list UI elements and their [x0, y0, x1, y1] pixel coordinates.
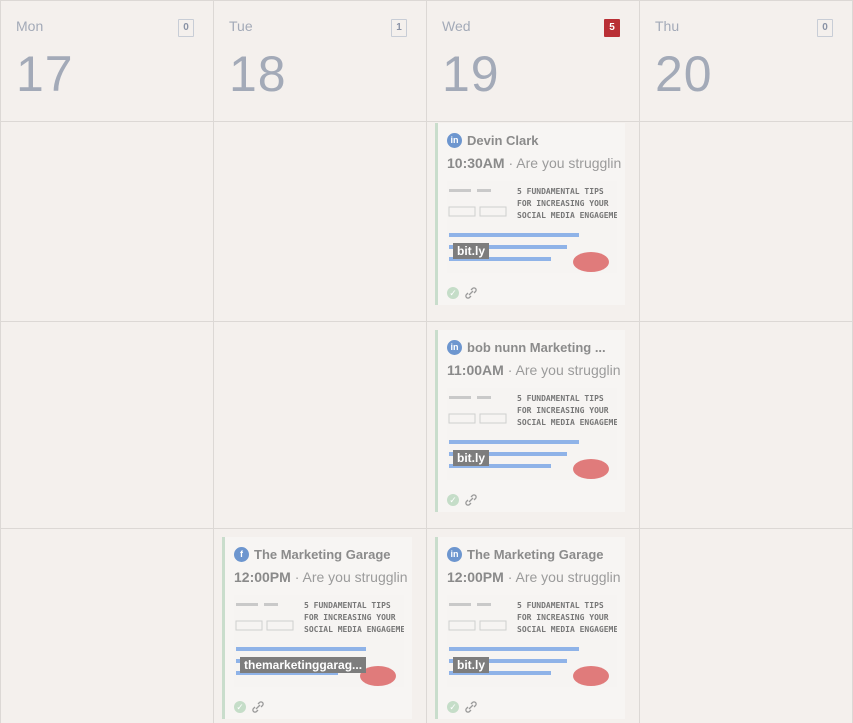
- post-card-footer: ✓: [447, 701, 478, 713]
- approved-check-icon: ✓: [234, 701, 246, 713]
- day-header-thu[interactable]: Thu 20 0: [639, 0, 852, 121]
- post-card-header: in Devin Clark: [447, 131, 619, 149]
- thumbnail-title: FOR INCREASING YOUR: [517, 613, 609, 622]
- post-thumbnail[interactable]: 5 FUNDAMENTAL TIPS FOR INCREASING YOUR S…: [234, 595, 404, 687]
- post-time: 12:00PM: [234, 569, 291, 585]
- grid-divider: [0, 121, 853, 122]
- post-card[interactable]: in Devin Clark 10:30AM · Are you struggl…: [435, 123, 625, 305]
- post-thumbnail[interactable]: 5 FUNDAMENTAL TIPS FOR INCREASING YOUR S…: [447, 595, 617, 687]
- thumbnail-title: SOCIAL MEDIA ENGAGEMENT:: [517, 625, 617, 634]
- linkedin-icon: in: [447, 546, 462, 562]
- day-name: Tue: [229, 18, 253, 34]
- post-card[interactable]: f The Marketing Garage 12:00PM · Are you…: [222, 537, 412, 719]
- post-text: · Are you struggling: [503, 362, 621, 378]
- link-chain-icon[interactable]: [464, 494, 478, 506]
- approved-check-icon: ✓: [447, 287, 459, 299]
- thumbnail-title: SOCIAL MEDIA ENGAGEMENT:: [517, 418, 617, 427]
- account-name: The Marketing Garage: [467, 546, 604, 562]
- thumbnail-graphic: 5 FUNDAMENTAL TIPS FOR INCREASING YOUR S…: [448, 601, 617, 686]
- post-card-header: in The Marketing Garage: [447, 545, 619, 563]
- post-count-badge: 0: [178, 19, 194, 37]
- post-text: · Are you struggling: [504, 155, 621, 171]
- account-name: The Marketing Garage: [254, 546, 391, 562]
- thumbnail-title: 5 FUNDAMENTAL TIPS: [517, 394, 604, 403]
- post-thumbnail[interactable]: 5 FUNDAMENTAL TIPS FOR INCREASING YOUR S…: [447, 388, 617, 480]
- post-summary: 11:00AM · Are you struggling: [447, 362, 621, 378]
- link-preview-domain: themarketinggarag...: [240, 657, 367, 673]
- post-card-header: in bob nunn Marketing ...: [447, 338, 619, 356]
- post-summary: 12:00PM · Are you struggling: [447, 569, 621, 585]
- post-card-header: f The Marketing Garage: [234, 545, 406, 563]
- post-time: 12:00PM: [447, 569, 504, 585]
- day-number: 20: [655, 46, 713, 102]
- link-preview-domain: bit.ly: [453, 450, 490, 466]
- linkedin-icon: in: [447, 339, 462, 355]
- thumbnail-title: SOCIAL MEDIA ENGAGEMENT:: [517, 211, 617, 220]
- day-name: Thu: [655, 18, 680, 34]
- post-text: · Are you struggling: [503, 569, 621, 585]
- post-count-badge: 5: [604, 19, 620, 37]
- thumbnail-title: SOCIAL MEDIA ENGAGEMENT:: [304, 625, 404, 634]
- approved-check-icon: ✓: [447, 701, 459, 713]
- post-count-badge: 0: [817, 19, 833, 37]
- post-card[interactable]: in bob nunn Marketing ... 11:00AM · Are …: [435, 330, 625, 512]
- link-preview-domain: bit.ly: [453, 243, 490, 259]
- day-header-mon[interactable]: Mon 17 0: [0, 0, 213, 121]
- facebook-icon: f: [234, 546, 249, 562]
- account-name: bob nunn Marketing ...: [467, 339, 606, 355]
- post-text: · Are you struggling: [290, 569, 408, 585]
- thumbnail-graphic: 5 FUNDAMENTAL TIPS FOR INCREASING YOUR S…: [448, 187, 617, 272]
- thumbnail-graphic: 5 FUNDAMENTAL TIPS FOR INCREASING YOUR S…: [235, 601, 404, 686]
- post-summary: 12:00PM · Are you struggling: [234, 569, 408, 585]
- thumbnail-title: 5 FUNDAMENTAL TIPS: [517, 601, 604, 610]
- thumbnail-title: FOR INCREASING YOUR: [517, 199, 609, 208]
- post-time: 10:30AM: [447, 155, 505, 171]
- post-count-badge: 1: [391, 19, 407, 37]
- grid-divider: [0, 528, 853, 529]
- post-card-footer: ✓: [234, 701, 265, 713]
- post-card-footer: ✓: [447, 494, 478, 506]
- thumbnail-graphic: 5 FUNDAMENTAL TIPS FOR INCREASING YOUR S…: [448, 394, 617, 479]
- post-time: 11:00AM: [447, 362, 504, 378]
- post-summary: 10:30AM · Are you struggling: [447, 155, 621, 171]
- day-header-wed[interactable]: Wed 19 5: [426, 0, 639, 121]
- link-chain-icon[interactable]: [464, 701, 478, 713]
- day-header-tue[interactable]: Tue 18 1: [213, 0, 426, 121]
- approved-check-icon: ✓: [447, 494, 459, 506]
- link-preview-domain: bit.ly: [453, 657, 490, 673]
- thumbnail-title: FOR INCREASING YOUR: [304, 613, 396, 622]
- post-card-footer: ✓: [447, 287, 478, 299]
- day-number: 19: [442, 46, 500, 102]
- thumbnail-title: FOR INCREASING YOUR: [517, 406, 609, 415]
- link-chain-icon[interactable]: [464, 287, 478, 299]
- grid-divider: [0, 321, 853, 322]
- day-number: 18: [229, 46, 287, 102]
- thumbnail-title: 5 FUNDAMENTAL TIPS: [517, 187, 604, 196]
- linkedin-icon: in: [447, 132, 462, 148]
- thumbnail-title: 5 FUNDAMENTAL TIPS: [304, 601, 391, 610]
- day-name: Mon: [16, 18, 44, 34]
- link-chain-icon[interactable]: [251, 701, 265, 713]
- day-number: 17: [16, 46, 74, 102]
- day-name: Wed: [442, 18, 471, 34]
- post-thumbnail[interactable]: 5 FUNDAMENTAL TIPS FOR INCREASING YOUR S…: [447, 181, 617, 273]
- post-card[interactable]: in The Marketing Garage 12:00PM · Are yo…: [435, 537, 625, 719]
- account-name: Devin Clark: [467, 132, 539, 148]
